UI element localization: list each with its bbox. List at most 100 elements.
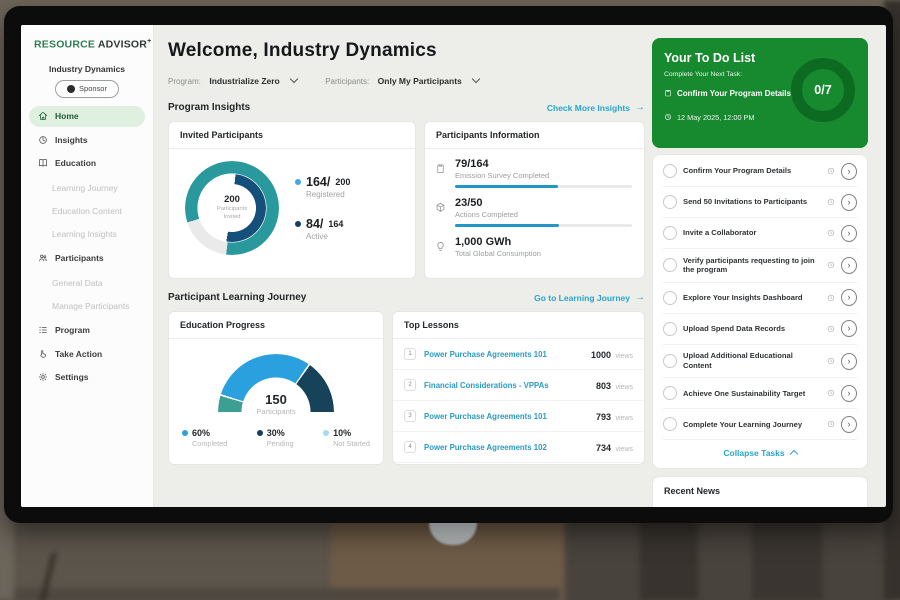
task-row[interactable]: Upload Spend Data Records › <box>663 314 857 345</box>
gear-icon <box>37 372 48 382</box>
lesson-views: 734 <box>596 443 611 453</box>
task-chevron-button[interactable]: › <box>841 194 857 211</box>
task-label: Send 50 Invitations to Participants <box>683 197 821 207</box>
sidebar-item-label: Take Action <box>55 349 102 359</box>
task-checkbox[interactable] <box>663 417 677 431</box>
background-desk-edge <box>0 588 560 600</box>
task-chevron-button[interactable]: › <box>841 289 857 306</box>
task-checkbox[interactable] <box>663 164 677 178</box>
sidebar-item-label: Learning Journey <box>52 183 118 193</box>
metric-actions-completed: 23/50 Actions Completed <box>425 188 644 227</box>
sidebar-item-take-action[interactable]: Take Action <box>29 343 145 364</box>
sidebar-item-learning-insights[interactable]: Learning Insights <box>21 222 153 245</box>
list-icon <box>37 325 48 335</box>
sidebar-item-manage-participants[interactable]: Manage Participants <box>21 294 153 317</box>
task-chevron-button[interactable]: › <box>841 163 857 180</box>
sponsor-label: Sponsor <box>79 84 107 93</box>
sidebar-item-program[interactable]: Program <box>29 320 145 341</box>
collapse-label: Collapse Tasks <box>723 448 784 458</box>
chevron-right-icon: › <box>848 260 851 270</box>
lesson-link[interactable]: Power Purchase Agreements 101 <box>424 350 591 359</box>
task-checkbox[interactable] <box>663 291 677 305</box>
logo-resource: RESOURCE <box>34 39 95 51</box>
chevron-up-icon <box>789 450 797 458</box>
check-more-insights-link[interactable]: Check More Insights → <box>547 103 645 113</box>
task-row[interactable]: Verify participants requesting to join t… <box>663 249 857 283</box>
gauge-label: Participants <box>218 407 334 416</box>
task-checkbox[interactable] <box>663 354 677 368</box>
task-row[interactable]: Complete Your Learning Journey › <box>663 409 857 440</box>
logo-advisor: ADVISOR <box>98 39 147 51</box>
lesson-link[interactable]: Financial Considerations - VPPAs <box>424 381 596 390</box>
legend-item-active: 84/164 Active <box>295 217 350 241</box>
task-chevron-button[interactable]: › <box>841 225 857 242</box>
todo-progress-ring: 0/7 <box>791 58 855 122</box>
sidebar-item-label: Education Content <box>52 206 122 216</box>
card-title: Top Lessons <box>393 312 644 339</box>
sidebar-item-label: Home <box>55 111 79 121</box>
legend-dot <box>295 221 301 227</box>
education-progress-gauge: 150 Participants <box>218 354 334 412</box>
gauge-center: 150 Participants <box>218 392 334 416</box>
arrow-right-icon: → <box>635 293 645 303</box>
program-filter[interactable]: Program: Industrialize Zero <box>168 71 297 89</box>
task-checkbox[interactable] <box>663 195 677 209</box>
participants-filter-label: Participants: <box>325 77 369 86</box>
task-chevron-button[interactable]: › <box>841 416 857 433</box>
lesson-row: 5 Power Purchase Agreements 103 600 view… <box>393 463 644 465</box>
deadline-icon <box>827 325 835 333</box>
page-title: Welcome, Industry Dynamics <box>168 40 645 62</box>
task-list-card: Confirm Your Program Details › Send 50 I… <box>652 154 868 469</box>
task-row[interactable]: Send 50 Invitations to Participants › <box>663 187 857 218</box>
legend-value: 84/ <box>306 217 323 231</box>
task-label: Upload Spend Data Records <box>683 324 821 334</box>
actions-icon <box>435 197 447 227</box>
arrow-right-icon: → <box>635 103 645 113</box>
deadline-icon <box>827 294 835 302</box>
collapse-tasks-link[interactable]: Collapse Tasks <box>663 440 857 467</box>
task-checkbox[interactable] <box>663 322 677 336</box>
sidebar-item-participants[interactable]: Participants <box>29 248 145 269</box>
task-chevron-button[interactable]: › <box>841 385 857 402</box>
app-logo: RESOURCE ADVISOR+ <box>21 38 153 51</box>
sidebar-item-learning-journey[interactable]: Learning Journey <box>21 176 153 199</box>
donut-center-label: Participants Invited <box>213 206 251 221</box>
go-to-learning-journey-link[interactable]: Go to Learning Journey → <box>534 293 645 303</box>
task-row[interactable]: Explore Your Insights Dashboard › <box>663 283 857 314</box>
chevron-right-icon: › <box>848 197 851 207</box>
legend-label: Active <box>306 232 350 241</box>
sidebar-item-education-content[interactable]: Education Content <box>21 199 153 222</box>
lesson-link[interactable]: Power Purchase Agreements 101 <box>424 412 596 421</box>
lesson-link[interactable]: Power Purchase Agreements 102 <box>424 443 596 452</box>
clock-icon <box>664 108 672 126</box>
task-checkbox[interactable] <box>663 386 677 400</box>
task-chevron-button[interactable]: › <box>841 353 857 370</box>
sidebar-item-insights[interactable]: Insights <box>29 129 145 150</box>
views-label: views <box>615 353 633 360</box>
task-row[interactable]: Achieve One Sustainability Target › <box>663 378 857 409</box>
task-checkbox[interactable] <box>663 226 677 240</box>
sidebar-item-education[interactable]: Education <box>29 153 145 174</box>
section-title: Program Insights <box>168 102 250 113</box>
task-chevron-button[interactable]: › <box>841 257 857 274</box>
lesson-views: 793 <box>596 412 611 422</box>
home-icon <box>37 111 48 121</box>
task-checkbox[interactable] <box>663 258 677 272</box>
survey-icon <box>435 158 447 188</box>
lesson-row: 3 Power Purchase Agreements 101 793 view… <box>393 401 644 432</box>
sidebar-item-home[interactable]: Home <box>29 106 145 127</box>
task-row[interactable]: Confirm Your Program Details › <box>663 156 857 187</box>
metric-label: Actions Completed <box>455 210 632 219</box>
participants-filter[interactable]: Participants: Only My Participants <box>325 71 479 89</box>
legend-pct: 10% <box>333 428 351 438</box>
metric-label: Total Global Consumption <box>455 249 632 258</box>
sidebar-item-general-data[interactable]: General Data <box>21 271 153 294</box>
participants-filter-value: Only My Participants <box>378 76 462 86</box>
task-row[interactable]: Upload Additional Educational Content › <box>663 345 857 379</box>
task-chevron-button[interactable]: › <box>841 320 857 337</box>
task-row[interactable]: Invite a Collaborator › <box>663 218 857 249</box>
dashboard-screen: RESOURCE ADVISOR+ Industry Dynamics Spon… <box>21 25 886 507</box>
legend-item-registered: 164/200 Registered <box>295 175 350 199</box>
sidebar-item-settings[interactable]: Settings <box>29 367 145 388</box>
link-label: Go to Learning Journey <box>534 293 630 303</box>
